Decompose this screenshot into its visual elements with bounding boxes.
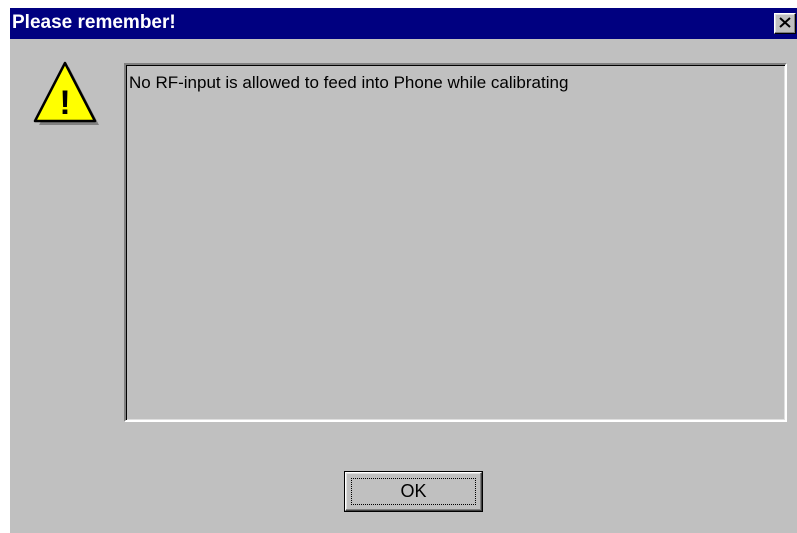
close-button[interactable] [774,13,796,34]
title-bar[interactable]: Please remember! [10,8,797,39]
dialog-title: Please remember! [12,12,176,33]
warning-glyph: ! [59,84,70,122]
close-icon [779,17,791,28]
ok-button-label: OK [400,481,427,501]
message-text: No RF-input is allowed to feed into Phon… [129,73,569,92]
ok-button[interactable]: OK [344,471,483,512]
message-box: No RF-input is allowed to feed into Phon… [124,63,787,422]
dialog-window: Please remember! ! No RF-input is allowe… [10,8,797,533]
warning-icon: ! [33,61,99,125]
